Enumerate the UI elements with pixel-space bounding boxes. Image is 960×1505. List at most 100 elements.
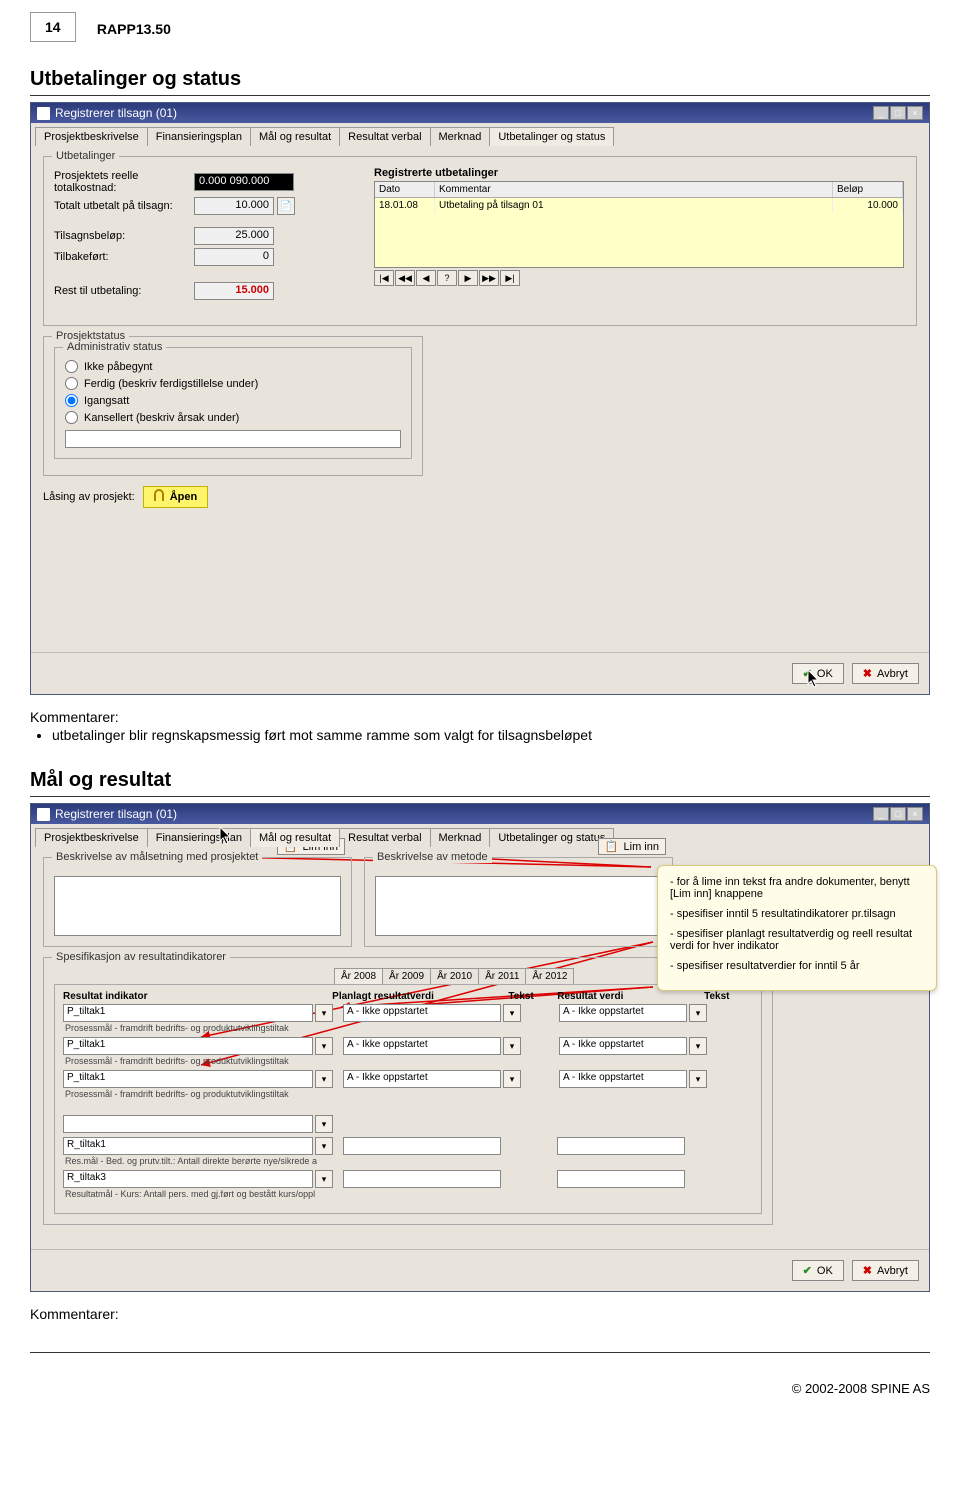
radio-ikke-pabegynt[interactable]: [65, 360, 78, 373]
callout-line: - spesifiser inntil 5 resultatindikatore…: [670, 908, 924, 920]
indicator-name-input[interactable]: R_tiltak3: [63, 1170, 313, 1188]
minimize-button[interactable]: _: [873, 807, 889, 821]
maximize-button[interactable]: □: [890, 807, 906, 821]
chevron-down-icon[interactable]: ▾: [503, 1070, 521, 1088]
minimize-button[interactable]: _: [873, 106, 889, 120]
year-tab-2012[interactable]: År 2012: [525, 968, 574, 984]
textarea-metode[interactable]: [375, 876, 662, 936]
indicator-dropdown-button[interactable]: ▾: [315, 1004, 333, 1022]
resultat-input[interactable]: [557, 1137, 685, 1155]
year-tab-2011[interactable]: År 2011: [478, 968, 526, 984]
indicator-dropdown-button[interactable]: ▾: [315, 1115, 333, 1133]
resultat-combo[interactable]: A - Ikke oppstartet: [559, 1037, 687, 1055]
tab-utbetalinger-og-status[interactable]: Utbetalinger og status: [489, 828, 614, 847]
grid-empty-rows: [375, 213, 903, 267]
indicator-description: Prosessmål - framdrift bedrifts- og prod…: [65, 1089, 753, 1099]
chevron-down-icon[interactable]: ▾: [503, 1037, 521, 1055]
planlagt-combo[interactable]: A - Ikke oppstartet: [343, 1070, 501, 1088]
indicator-name-input[interactable]: P_tiltak1: [63, 1004, 313, 1022]
resultat-combo[interactable]: A - Ikke oppstartet: [559, 1004, 687, 1022]
resultat-input[interactable]: [557, 1170, 685, 1188]
x-icon: ✖: [863, 667, 872, 680]
textarea-maalsetning[interactable]: [54, 876, 341, 936]
indicator-name-input[interactable]: [63, 1115, 313, 1133]
indicator-name-input[interactable]: R_tiltak1: [63, 1137, 313, 1155]
nav-next[interactable]: ▶: [458, 270, 478, 286]
grid-col-kommentar[interactable]: Kommentar: [435, 182, 833, 197]
callout-tooltip: - for å lime inn tekst fra andre dokumen…: [657, 865, 937, 991]
radio-kansellert[interactable]: [65, 411, 78, 424]
legend-beskrivelse-metode: Beskrivelse av metode: [373, 851, 492, 863]
indicator-dropdown-button[interactable]: ▾: [315, 1070, 333, 1088]
lock-toggle[interactable]: Åpen: [143, 486, 209, 508]
indicator-name-input[interactable]: P_tiltak1: [63, 1037, 313, 1055]
fieldset-utbetalinger: Utbetalinger Prosjektets reelle totalkos…: [43, 156, 917, 326]
tab-finansieringsplan[interactable]: Finansieringsplan: [147, 127, 251, 146]
nav-last[interactable]: ▶|: [500, 270, 520, 286]
avbryt-button[interactable]: ✖Avbryt: [852, 1260, 919, 1281]
tabstrip: Prosjektbeskrivelse Finansieringsplan Må…: [31, 123, 929, 146]
chevron-down-icon[interactable]: ▾: [689, 1037, 707, 1055]
lock-icon: [154, 489, 164, 501]
indicator-row: P_tiltak1▾A - Ikke oppstartet▾A - Ikke o…: [63, 1037, 753, 1066]
label-tilsagnsbelop: Tilsagnsbeløp:: [54, 230, 194, 242]
window-title: Registrerer tilsagn (01): [55, 807, 177, 821]
registrerte-utbetalinger-heading: Registrerte utbetalinger: [374, 167, 904, 179]
field-totalkostnad[interactable]: 0.000 090.000: [194, 173, 294, 191]
maximize-button[interactable]: □: [890, 106, 906, 120]
indicator-dropdown-button[interactable]: ▾: [315, 1037, 333, 1055]
utbetalinger-grid: Dato Kommentar Beløp 18.01.08 Utbetaling…: [374, 181, 904, 268]
avbryt-label: Avbryt: [877, 1265, 908, 1277]
tab-merknad[interactable]: Merknad: [430, 828, 491, 847]
close-button[interactable]: ×: [907, 106, 923, 120]
grid-col-belop[interactable]: Beløp: [833, 182, 903, 197]
fieldset-spesifikasjon: Spesifikasjon av resultatindikatorer År …: [43, 957, 773, 1225]
status-text-input[interactable]: [65, 430, 401, 448]
cursor-icon: [807, 670, 821, 688]
nav-fastprev[interactable]: ◀◀: [395, 270, 415, 286]
tab-merknad[interactable]: Merknad: [430, 127, 491, 146]
radio-ferdig[interactable]: [65, 377, 78, 390]
indicator-name-input[interactable]: P_tiltak1: [63, 1070, 313, 1088]
planlagt-combo[interactable]: A - Ikke oppstartet: [343, 1004, 501, 1022]
nav-fastnext[interactable]: ▶▶: [479, 270, 499, 286]
ok-button[interactable]: ✔OK: [792, 1260, 844, 1281]
avbryt-button[interactable]: ✖Avbryt: [852, 663, 919, 684]
field-tilbakefort: 0: [194, 248, 274, 266]
chevron-down-icon[interactable]: ▾: [689, 1070, 707, 1088]
form-icon: [37, 107, 50, 120]
nav-query[interactable]: ?: [437, 270, 457, 286]
liminn-button-right[interactable]: 📋 Lim inn: [598, 838, 666, 855]
tab-resultat-verbal[interactable]: Resultat verbal: [339, 828, 430, 847]
resultat-combo[interactable]: A - Ikke oppstartet: [559, 1070, 687, 1088]
close-button[interactable]: ×: [907, 807, 923, 821]
chevron-down-icon[interactable]: ▾: [689, 1004, 707, 1022]
nav-first[interactable]: |◀: [374, 270, 394, 286]
planlagt-combo[interactable]: A - Ikke oppstartet: [343, 1037, 501, 1055]
planlagt-input[interactable]: [343, 1137, 501, 1155]
tab-finansieringsplan[interactable]: Finansieringsplan: [147, 828, 251, 847]
label-totalt-utbetalt: Totalt utbetalt på tilsagn:: [54, 200, 194, 212]
chevron-down-icon[interactable]: ▾: [503, 1004, 521, 1022]
tab-resultat-verbal[interactable]: Resultat verbal: [339, 127, 430, 146]
tab-prosjektbeskrivelse[interactable]: Prosjektbeskrivelse: [35, 828, 148, 847]
section-title-utbetalinger: Utbetalinger og status: [30, 68, 930, 91]
tab-prosjektbeskrivelse[interactable]: Prosjektbeskrivelse: [35, 127, 148, 146]
nav-prev[interactable]: ◀: [416, 270, 436, 286]
comment-item: utbetalinger blir regnskapsmessig ført m…: [52, 727, 930, 743]
radio-igangsatt[interactable]: [65, 394, 78, 407]
window-titlebar: Registrerer tilsagn (01) _ □ ×: [31, 103, 929, 123]
tab-utbetalinger-og-status[interactable]: Utbetalinger og status: [489, 127, 614, 146]
grid-row[interactable]: 18.01.08 Utbetaling på tilsagn 01 10.000: [375, 198, 903, 213]
tab-maal-og-resultat[interactable]: Mål og resultat: [250, 828, 340, 847]
year-tab-2008[interactable]: År 2008: [334, 968, 383, 984]
callout-line: - spesifiser planlagt resultatverdig og …: [670, 928, 924, 952]
indicator-dropdown-button[interactable]: ▾: [315, 1170, 333, 1188]
year-tab-2009[interactable]: År 2009: [382, 968, 431, 984]
grid-col-dato[interactable]: Dato: [375, 182, 435, 197]
indicator-dropdown-button[interactable]: ▾: [315, 1137, 333, 1155]
tab-maal-og-resultat[interactable]: Mål og resultat: [250, 127, 340, 146]
planlagt-input[interactable]: [343, 1170, 501, 1188]
open-list-button[interactable]: 📄: [277, 197, 295, 215]
year-tab-2010[interactable]: År 2010: [430, 968, 479, 984]
